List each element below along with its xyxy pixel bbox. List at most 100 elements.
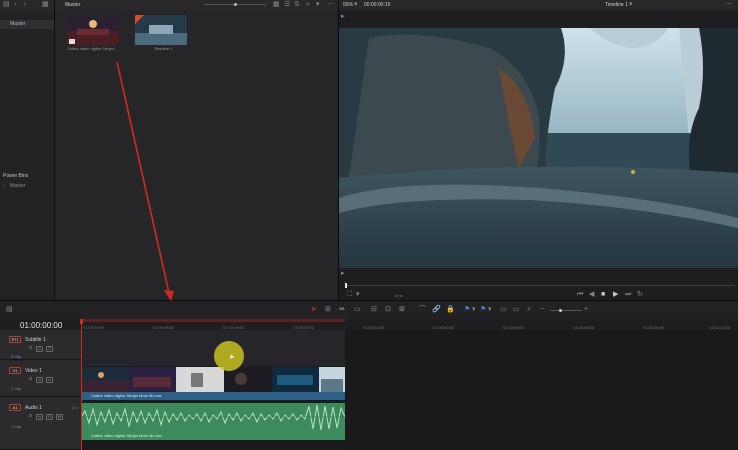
playhead-line[interactable] (81, 319, 82, 450)
track-audio-level: 2.0 (72, 405, 78, 410)
timeline-thumbnail[interactable] (135, 15, 187, 45)
track-name: Subtitle 1 (25, 337, 46, 343)
list-view-icon[interactable]: ▦ (42, 1, 49, 9)
timeline-name: Timeline 1 (154, 46, 173, 51)
play-icon[interactable]: ▶ (613, 291, 618, 299)
viewer-canvas[interactable] (339, 28, 738, 268)
video-clip-thumbnails (81, 367, 345, 392)
grid-view-icon[interactable]: ▦ (273, 1, 280, 9)
chevron-down-icon[interactable]: ▾ (488, 306, 492, 314)
zoom-detail-icon[interactable]: ▭ (513, 306, 520, 314)
subtitle-toggle-icon[interactable]: ≡ (46, 346, 53, 352)
chevron-down-icon[interactable]: ▾ (472, 306, 476, 314)
track-badge: V1 (9, 367, 21, 374)
zoom-full-icon[interactable]: ▭ (500, 306, 507, 314)
mouse-cursor-icon: ➤ (229, 354, 235, 361)
viewer-frame-image (339, 28, 738, 268)
chevron-down-icon[interactable]: ▾ (354, 1, 358, 9)
viewer-panel: ▸ ▸ ⛶ ▾ ◂ ▪ ▸ ⏮ ◀ ■ ▶ ⏭ ↻ (339, 10, 738, 300)
insert-clip-icon[interactable]: ⊟ (371, 306, 377, 314)
track-badge: A1 (9, 404, 21, 411)
subtitle-track-lane[interactable] (81, 330, 345, 366)
timeline-view-options-icon[interactable]: ▤ (6, 306, 13, 314)
scrubber-playhead[interactable] (345, 283, 347, 288)
zoom-level[interactable]: 56% (343, 2, 353, 8)
slider-handle[interactable] (559, 309, 562, 312)
viewer-scrubber[interactable] (345, 283, 735, 288)
track-clip-count: 1 Clip (11, 424, 22, 429)
bin-item-master[interactable]: Master (0, 20, 54, 29)
power-bins-heading: Power Bins (3, 173, 29, 179)
timecode-display: 01:00:00:00 (0, 319, 81, 330)
lock-icon[interactable]: ⊡ (27, 414, 34, 420)
track-header-video[interactable]: V1 Video 1 ⊡ ▭ ▭ 1 Clip (0, 361, 81, 397)
timeline-range-bar (81, 319, 345, 322)
auto-select-icon[interactable]: ▭ (36, 377, 43, 383)
clip-thumbnail[interactable] (67, 15, 119, 45)
marker-icon[interactable]: ⚑ (480, 306, 486, 314)
safe-area-icon[interactable]: ⛶ (347, 291, 352, 299)
viewer-options-icon[interactable]: ▸ (341, 13, 345, 21)
blade-tool-icon[interactable]: ▭ (354, 306, 361, 314)
forward-icon[interactable]: › (24, 1, 26, 9)
timeline-empty-area[interactable] (345, 330, 738, 450)
trim-tool-icon[interactable]: ⊞ (325, 306, 331, 314)
dynamic-trim-icon[interactable]: ⇹ (339, 306, 345, 314)
video-clip-label: Colbor video nights Sergio Moto 4k.mov (91, 393, 162, 398)
audio-waveform (81, 403, 345, 432)
overwrite-clip-icon[interactable]: ⊡ (385, 306, 391, 314)
viewer-timeline-name[interactable]: Timeline 1 (605, 2, 628, 8)
loop-icon[interactable]: ↻ (637, 291, 643, 299)
video-enable-icon[interactable]: ▭ (46, 377, 53, 383)
solo-button[interactable]: S (46, 414, 53, 420)
captions-icon[interactable]: ▭ (36, 346, 43, 352)
more-options-icon[interactable]: ⋯ (725, 1, 732, 9)
link-icon[interactable]: 🔗 (432, 306, 441, 314)
chevron-down-icon[interactable]: ▾ (316, 1, 320, 9)
search-icon[interactable]: ⌕ (306, 1, 310, 9)
skip-to-end-icon[interactable]: ⏭ (625, 291, 631, 299)
thumbnail-size-slider[interactable] (204, 3, 266, 6)
chevron-down-icon[interactable]: ▾ (629, 1, 633, 9)
video-clip[interactable]: Colbor video nights Sergio Moto 4k.mov (81, 367, 345, 400)
zoom-in-icon[interactable]: + (584, 306, 588, 314)
snapping-icon[interactable]: ⌒ (419, 306, 426, 314)
annotation-arrow (116, 61, 174, 301)
reverse-play-icon[interactable]: ◀ (589, 291, 594, 299)
track-header-subtitle[interactable]: ST1 Subtitle 1 ⊡ ▭ ≡ 0 Clip (0, 330, 81, 360)
power-bin-item-master[interactable]: Master (0, 182, 54, 191)
sort-icon[interactable]: ⇅ (294, 1, 300, 9)
back-icon[interactable]: ‹ (14, 1, 16, 9)
timeline-tracks[interactable]: Colbor video nights Sergio Moto 4k.mov C… (81, 330, 738, 450)
viewer-timecode: 00:00:00:15 (364, 2, 391, 8)
track-clip-count: 1 Clip (11, 386, 22, 391)
video-thumbnail-image (67, 15, 119, 45)
mute-button[interactable]: M (56, 414, 63, 420)
timeline-ruler[interactable]: 01:00:00:00 01:00:08:00 01:00:16:00 01:0… (81, 319, 738, 330)
skip-to-start-icon[interactable]: ⏮ (577, 291, 583, 299)
jog-control[interactable]: ◂ ▪ ▸ (395, 293, 403, 298)
lock-icon[interactable]: 🔒 (446, 306, 455, 314)
zoom-out-icon[interactable]: − (540, 306, 544, 314)
lock-icon[interactable]: ⊡ (27, 377, 34, 383)
zoom-icon[interactable]: ⌕ (527, 306, 531, 314)
track-header-audio[interactable]: A1 Audio 1 2.0 ⊡ ▭ S M 1 Clip (0, 398, 81, 450)
replace-clip-icon[interactable]: ⊠ (399, 306, 405, 314)
stop-icon[interactable]: ■ (601, 291, 605, 299)
flag-icon[interactable]: ⚑ (464, 306, 470, 314)
viewer-topbar: 56% ▾ 00:00:00:15 Timeline 1 ▾ ⋯ (339, 0, 738, 10)
track-name: Video 1 (25, 368, 42, 374)
slider-handle[interactable] (234, 3, 237, 6)
media-pool-topbar: Master ▦ ☰ ⇅ ⌕ ▾ ⋯ (54, 0, 338, 10)
auto-select-icon[interactable]: ▭ (36, 414, 43, 420)
lock-icon[interactable]: ⊡ (27, 346, 34, 352)
audio-clip[interactable]: Colbor video nights Sergio Moto 4k.mov (81, 403, 345, 440)
list-view-icon[interactable]: ☰ (284, 1, 290, 9)
panel-toggle-icon[interactable]: ▤ (3, 1, 10, 9)
selection-tool-icon[interactable]: ➤ (311, 306, 317, 314)
more-options-icon[interactable]: ⋯ (328, 1, 335, 9)
timeline-zoom-slider[interactable] (550, 309, 582, 312)
viewer-options-icon[interactable]: ▸ (341, 270, 345, 278)
chevron-down-icon[interactable]: ▾ (356, 291, 360, 299)
track-header-column: 01:00:00:00 ST1 Subtitle 1 ⊡ ▭ ≡ 0 Clip … (0, 319, 81, 450)
